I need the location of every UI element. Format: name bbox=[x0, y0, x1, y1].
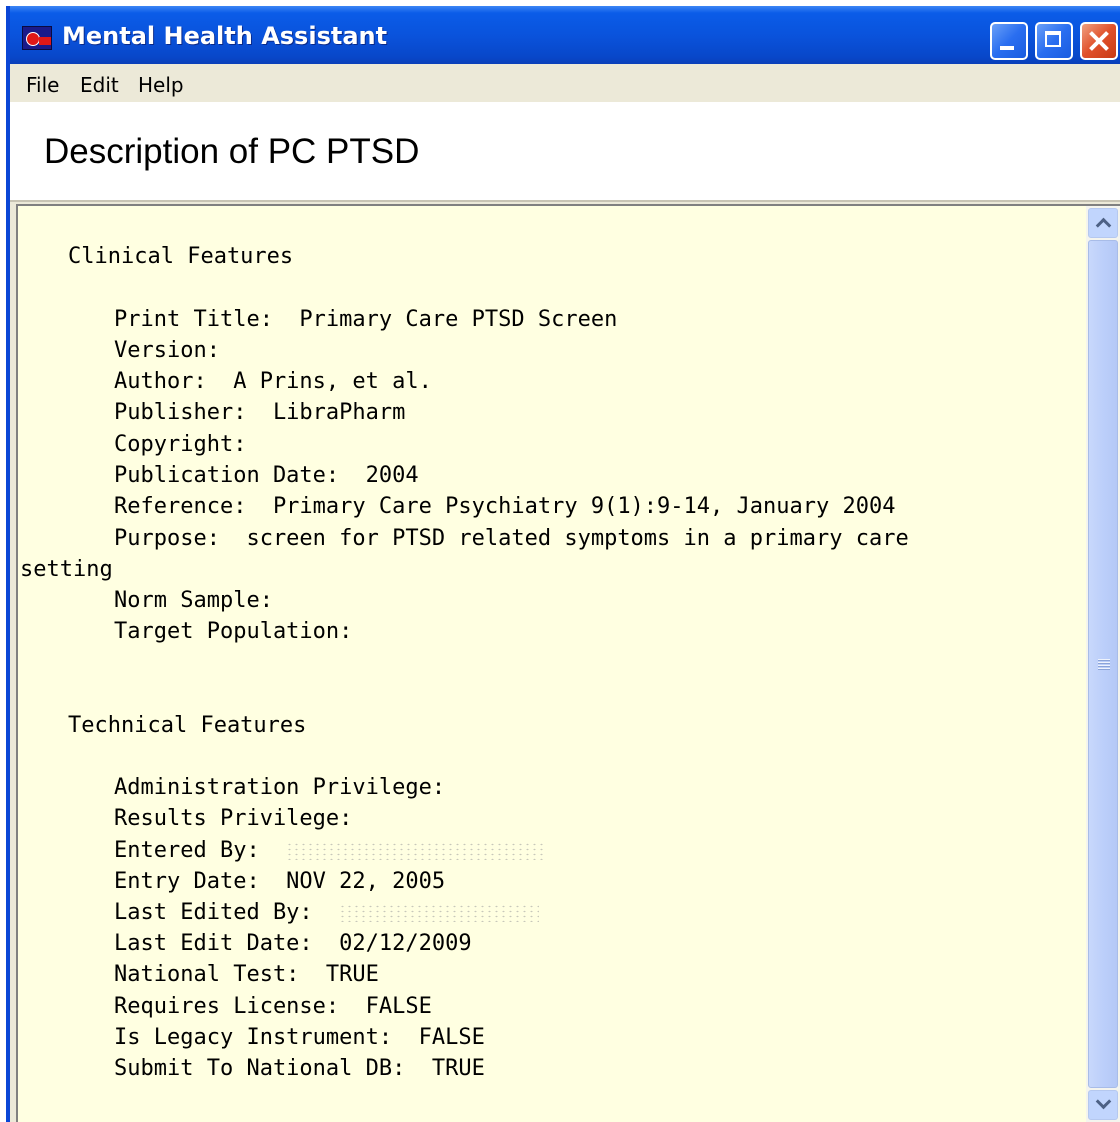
app-window: Mental Health Assistant File Edit Help D… bbox=[6, 6, 1120, 1122]
entered-by-line: Entered By: bbox=[114, 838, 547, 864]
technical-features-heading: Technical Features bbox=[68, 713, 307, 738]
last-edited-by-line: Last Edited By: bbox=[114, 900, 540, 926]
results-privilege-line: Results Privilege: bbox=[114, 806, 353, 831]
scroll-up-arrow-icon[interactable] bbox=[1088, 208, 1118, 238]
menu-bar: File Edit Help bbox=[10, 64, 1120, 102]
publication-date-line: Publication Date: 2004 bbox=[114, 463, 419, 488]
purpose-wrap-line: setting bbox=[20, 557, 113, 582]
title-bar[interactable]: Mental Health Assistant bbox=[10, 6, 1120, 64]
redacted-name bbox=[286, 842, 547, 860]
requires-license-line: Requires License: FALSE bbox=[114, 994, 432, 1019]
entered-by-label: Entered By: bbox=[114, 838, 287, 863]
app-icon-dot bbox=[26, 32, 40, 46]
app-icon-bar bbox=[39, 37, 51, 45]
scroll-thumb[interactable] bbox=[1088, 240, 1118, 1088]
print-title-line: Print Title: Primary Care PTSD Screen bbox=[114, 307, 618, 332]
last-edited-by-label: Last Edited By: bbox=[114, 900, 340, 925]
header-panel: Description of PC PTSD bbox=[10, 102, 1120, 200]
administration-privilege-line: Administration Privilege: bbox=[114, 775, 446, 800]
menu-edit[interactable]: Edit bbox=[80, 73, 119, 97]
version-line: Version: bbox=[114, 338, 220, 363]
copyright-line: Copyright: bbox=[114, 432, 247, 457]
norm-sample-line: Norm Sample: bbox=[114, 588, 273, 613]
entry-date-line: Entry Date: NOV 22, 2005 bbox=[114, 869, 446, 894]
submit-national-db-line: Submit To National DB: TRUE bbox=[114, 1056, 485, 1081]
national-test-line: National Test: TRUE bbox=[114, 962, 379, 987]
minimize-button[interactable] bbox=[990, 22, 1028, 60]
close-button[interactable] bbox=[1080, 22, 1118, 60]
legacy-instrument-line: Is Legacy Instrument: FALSE bbox=[114, 1025, 485, 1050]
purpose-line: Purpose: screen for PTSD related symptom… bbox=[114, 526, 909, 551]
clinical-features-heading: Clinical Features bbox=[68, 244, 294, 269]
description-text-box[interactable]: Clinical Features Print Title: Primary C… bbox=[16, 204, 1120, 1122]
redacted-name bbox=[339, 904, 540, 922]
grip-icon bbox=[1098, 659, 1110, 671]
window-title: Mental Health Assistant bbox=[62, 22, 388, 50]
author-line: Author: A Prins, et al. bbox=[114, 369, 432, 394]
scroll-down-arrow-icon[interactable] bbox=[1088, 1090, 1118, 1120]
header-divider bbox=[10, 200, 1120, 202]
publisher-line: Publisher: LibraPharm bbox=[114, 400, 406, 425]
vertical-scrollbar[interactable] bbox=[1086, 206, 1120, 1122]
last-edit-date-line: Last Edit Date: 02/12/2009 bbox=[114, 931, 472, 956]
target-population-line: Target Population: bbox=[114, 619, 353, 644]
reference-line: Reference: Primary Care Psychiatry 9(1):… bbox=[114, 494, 896, 519]
app-icon[interactable] bbox=[22, 26, 52, 50]
maximize-button[interactable] bbox=[1035, 22, 1073, 60]
menu-file[interactable]: File bbox=[26, 73, 59, 97]
description-text[interactable]: Clinical Features Print Title: Primary C… bbox=[18, 206, 1086, 1122]
menu-help[interactable]: Help bbox=[138, 73, 184, 97]
page-title: Description of PC PTSD bbox=[44, 132, 420, 171]
